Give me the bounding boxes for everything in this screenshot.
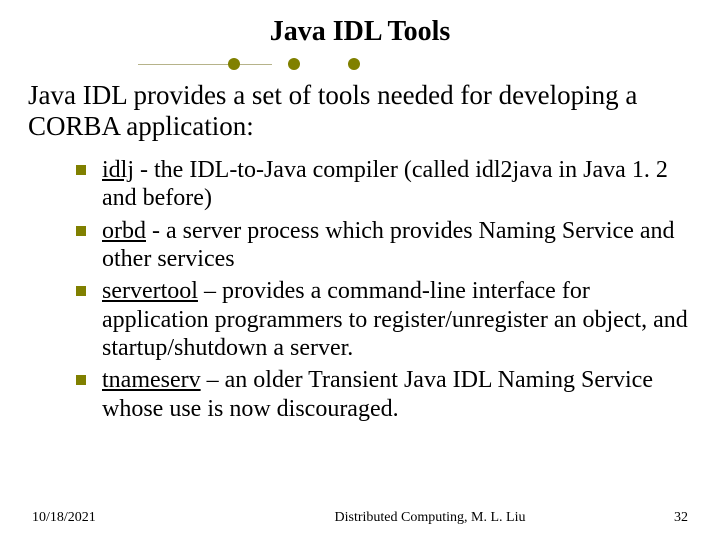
tool-name: orbd [102,218,146,244]
title-decoration [28,54,692,76]
tool-desc: - the IDL-to-Java compiler (called idl2j… [102,157,668,211]
list-item: idlj - the IDL-to-Java compiler (called … [76,156,692,213]
decoration-dot-icon [348,58,360,70]
list-item: servertool – provides a command-line int… [76,277,692,362]
tool-name: servertool [102,278,198,304]
decoration-dot-icon [228,58,240,70]
list-item: orbd - a server process which provides N… [76,217,692,274]
footer: 10/18/2021 Distributed Computing, M. L. … [0,510,720,526]
tool-name: idlj [102,157,134,183]
list-item: tnameserv – an older Transient Java IDL … [76,366,692,423]
slide: Java IDL Tools Java IDL provides a set o… [0,0,720,540]
tool-desc: - a server process which provides Naming… [102,218,675,272]
footer-page-number: 32 [628,510,688,526]
footer-date: 10/18/2021 [32,510,232,526]
footer-center: Distributed Computing, M. L. Liu [232,510,628,526]
tool-list: idlj - the IDL-to-Java compiler (called … [28,156,692,423]
slide-title: Java IDL Tools [28,16,692,48]
tool-name: tnameserv [102,367,201,393]
decoration-line [138,64,272,65]
intro-text: Java IDL provides a set of tools needed … [28,80,692,142]
decoration-dot-icon [288,58,300,70]
